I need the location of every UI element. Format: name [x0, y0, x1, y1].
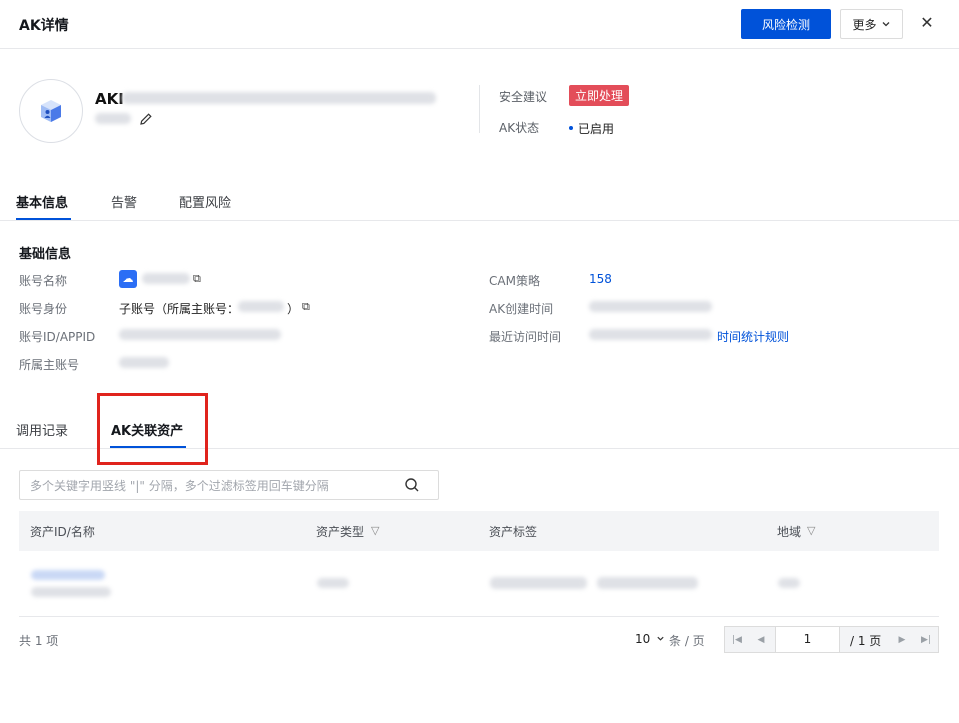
asset-name-redacted: [31, 587, 111, 597]
total-pages: / 1 页: [850, 634, 882, 648]
user-cube-icon: [41, 100, 61, 122]
chevron-down-icon: [657, 636, 664, 641]
page-size-unit: 条 / 页: [669, 634, 705, 648]
tab-basic-info[interactable]: 基本信息: [16, 192, 68, 211]
ak-status-value: 已启用: [578, 122, 615, 136]
close-icon[interactable]: ✕: [917, 13, 937, 33]
table-header: 资产ID/名称 资产类型 ▽ 资产标签 地域 ▽: [19, 511, 939, 551]
col-asset-tags: 资产标签: [489, 525, 538, 539]
ak-id-prefix: AKI: [95, 90, 124, 108]
subtab-call-records[interactable]: 调用记录: [16, 420, 68, 439]
account-identity-suffix: ）: [287, 302, 300, 316]
asset-id-link-redacted[interactable]: [31, 570, 105, 580]
last-access-label: 最近访问时间: [489, 330, 562, 344]
security-action-tag: 立即处理: [569, 85, 630, 106]
drawer-title: AK详情: [19, 18, 69, 34]
account-identity-prefix: 子账号（所属主账号：: [119, 302, 240, 316]
tabs-divider: [0, 220, 959, 221]
asset-tag-redacted: [597, 577, 698, 589]
filter-icon[interactable]: ▽: [807, 524, 815, 537]
status-dot: [569, 126, 573, 130]
ak-status-label: AK状态: [499, 121, 540, 135]
profile-divider: [479, 85, 480, 133]
account-appid-label: 账号ID/APPID: [19, 330, 96, 344]
search-box[interactable]: [19, 470, 439, 500]
copy-icon[interactable]: ⧉: [302, 300, 310, 314]
time-rule-link[interactable]: 时间统计规则: [717, 328, 789, 345]
cloud-icon: ☁: [119, 270, 137, 288]
prev-page-icon[interactable]: ◀: [749, 627, 773, 652]
tab-alerts[interactable]: 告警: [111, 192, 137, 211]
region-redacted: [778, 578, 800, 588]
cam-policy-count-link[interactable]: 158: [589, 272, 612, 286]
ak-created-redacted: [589, 301, 712, 312]
col-region: 地域: [777, 525, 802, 539]
search-input[interactable]: [30, 477, 390, 495]
account-appid-redacted: [119, 329, 281, 340]
last-access-redacted: [589, 329, 712, 340]
pagination-control: |◀ ◀ 1 / 1 页 ▶ ▶|: [724, 626, 939, 653]
asset-type-redacted: [317, 578, 349, 588]
next-page-icon[interactable]: ▶: [890, 627, 914, 652]
page-number-input[interactable]: 1: [775, 627, 840, 652]
col-asset-type: 资产类型: [316, 525, 365, 539]
edit-pencil-icon[interactable]: [139, 112, 153, 126]
tab-config-risk[interactable]: 配置风险: [179, 192, 231, 211]
more-dropdown-button[interactable]: 更多: [840, 9, 903, 39]
account-identity-label: 账号身份: [19, 302, 68, 316]
first-page-icon[interactable]: |◀: [725, 627, 749, 652]
more-label: 更多: [852, 17, 877, 32]
ak-created-label: AK创建时间: [489, 302, 554, 316]
total-count: 共 1 项: [19, 634, 59, 648]
chevron-down-icon: [882, 22, 889, 27]
account-name-redacted: [142, 273, 190, 284]
highlight-box: [97, 393, 208, 465]
last-page-icon[interactable]: ▶|: [914, 627, 938, 652]
page-size-value: 10: [635, 632, 651, 646]
account-name-label: 账号名称: [19, 274, 68, 288]
ak-id-redacted: [122, 92, 436, 104]
filter-icon[interactable]: ▽: [371, 524, 379, 537]
risk-check-button[interactable]: 风险检测: [741, 9, 831, 39]
asset-tag-redacted: [490, 577, 587, 589]
cam-policy-label: CAM策略: [489, 274, 540, 288]
owner-account-id-redacted: [119, 357, 169, 368]
page-size-select[interactable]: 10: [635, 632, 665, 646]
drawer-header: AK详情 风险检测 更多 ✕: [0, 0, 959, 49]
row-divider: [19, 616, 939, 617]
copy-icon[interactable]: ⧉: [193, 272, 201, 286]
search-icon[interactable]: [404, 477, 420, 493]
owner-account-redacted: [238, 301, 284, 312]
ak-remark-redacted: [95, 113, 131, 124]
owner-account-label: 所属主账号: [19, 358, 80, 372]
section-title: 基础信息: [19, 247, 72, 262]
security-advice-label: 安全建议: [499, 90, 548, 104]
col-asset-id: 资产ID/名称: [30, 525, 95, 539]
avatar: [19, 79, 83, 143]
